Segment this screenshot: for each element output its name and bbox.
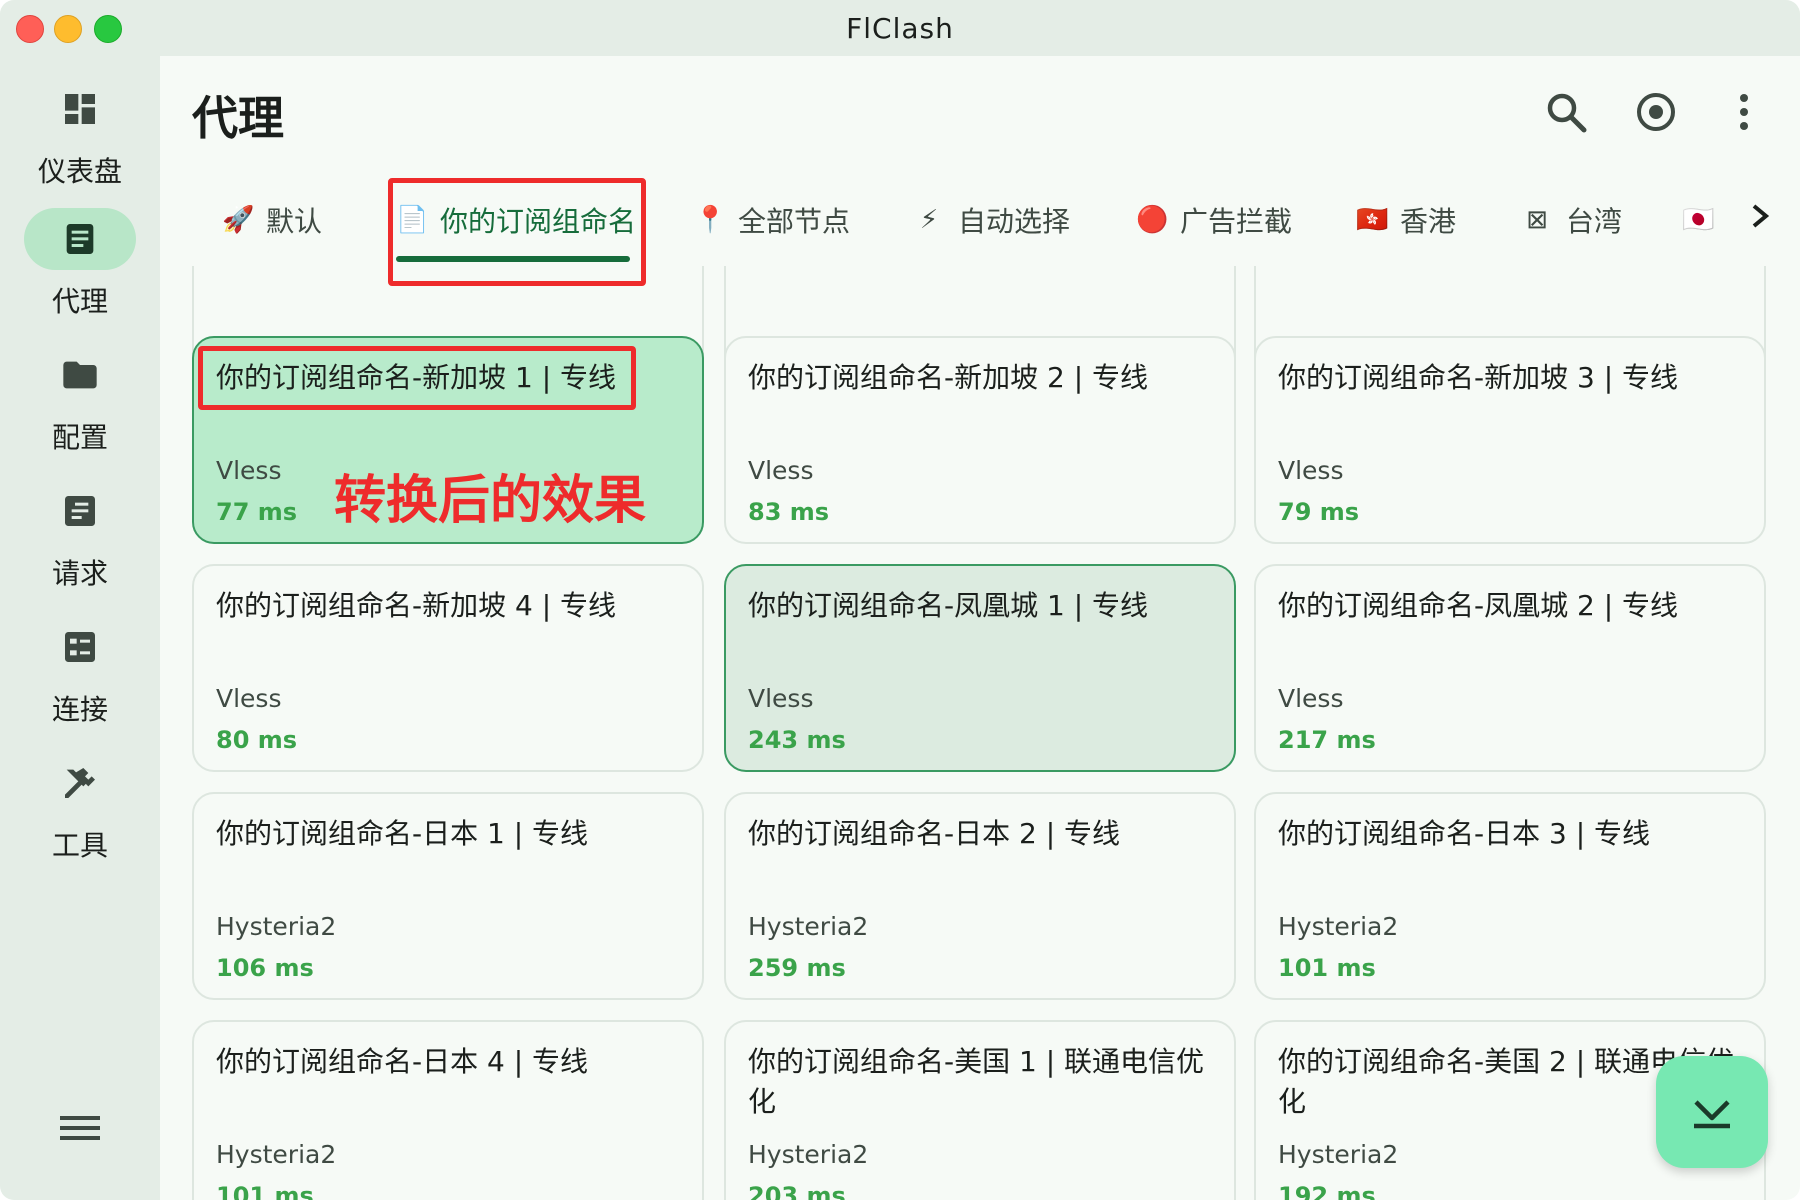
- proxy-node-delay: 259 ms: [748, 954, 846, 982]
- hk-flag-icon: 🇭🇰: [1356, 205, 1389, 235]
- sidebar-item-label: 代理: [51, 285, 108, 318]
- app-window: FlClash 仪表盘 代理 配置 请求 连接 工具 代理 🚀 默认 📄 你的订…: [0, 0, 1800, 1200]
- tab-all-nodes[interactable]: 📍 全部节点: [694, 180, 850, 260]
- sidebar: 仪表盘 代理 配置 请求 连接 工具: [0, 56, 160, 1200]
- proxy-node-name: 你的订阅组命名-新加坡 3 | 专线: [1278, 361, 1679, 394]
- tab-taiwan[interactable]: ⊠ 台湾: [1522, 180, 1622, 260]
- more-vert-icon[interactable]: [1720, 88, 1768, 136]
- proxy-node-name: 你的订阅组命名-凤凰城 1 | 专线: [748, 589, 1149, 622]
- proxy-node-card[interactable]: 你的订阅组命名-凤凰城 2 | 专线 Vless 217 ms: [1254, 564, 1766, 772]
- target-icon[interactable]: [1632, 88, 1680, 136]
- tab-label: 自动选择: [958, 205, 1071, 238]
- proxy-node-card[interactable]: 你的订阅组命名-凤凰城 1 | 专线 Vless 243 ms: [724, 564, 1236, 772]
- proxy-node-name: 你的订阅组命名-日本 2 | 专线: [748, 817, 1121, 850]
- proxy-node-type: Vless: [1278, 684, 1344, 713]
- sidebar-item-label: 请求: [51, 557, 108, 590]
- proxy-node-delay: 80 ms: [216, 726, 298, 754]
- proxy-node-type: Vless: [748, 684, 814, 713]
- annotation-box-node-name: [198, 346, 636, 410]
- proxy-node-card[interactable]: 你的订阅组命名-新加坡 3 | 专线 Vless 79 ms: [1254, 336, 1766, 544]
- tab-label: 默认: [266, 205, 323, 238]
- tab-label: 台湾: [1566, 205, 1623, 238]
- proxy-node-type: Hysteria2: [216, 912, 337, 941]
- tab-hong-kong[interactable]: 🇭🇰 香港: [1356, 180, 1456, 260]
- proxy-node-card[interactable]: 你的订阅组命名-日本 2 | 专线 Hysteria2 259 ms: [724, 792, 1236, 1000]
- sidebar-item-tools[interactable]: 工具: [0, 752, 160, 872]
- folder-icon: [63, 361, 97, 389]
- dashboard-icon: [65, 94, 95, 124]
- window-title: FlClash: [846, 12, 954, 45]
- proxy-node-name: 你的订阅组命名-日本 3 | 专线: [1278, 817, 1651, 850]
- sidebar-item-label: 连接: [51, 693, 108, 726]
- tab-ad-block[interactable]: 🔴 广告拦截: [1136, 180, 1292, 260]
- proxy-node-type: Hysteria2: [216, 1140, 337, 1169]
- proxy-node-type: Vless: [216, 684, 282, 713]
- tab-label: 全部节点: [738, 205, 851, 238]
- tw-flag-icon: ⊠: [1526, 205, 1548, 235]
- proxy-node-delay: 77 ms: [216, 498, 298, 526]
- tab-label: 广告拦截: [1180, 205, 1293, 238]
- proxy-node-card[interactable]: 你的订阅组命名-美国 1 | 联通电信优化 Hysteria2 203 ms: [724, 1020, 1236, 1200]
- title-bar: FlClash: [0, 0, 1800, 56]
- page-title: 代理: [192, 91, 284, 145]
- proxy-node-card[interactable]: 你的订阅组命名-日本 1 | 专线 Hysteria2 106 ms: [192, 792, 704, 1000]
- proxy-node-type: Vless: [748, 456, 814, 485]
- sidebar-item-label: 工具: [51, 829, 108, 862]
- chevron-right-icon[interactable]: [1744, 196, 1776, 236]
- tab-default[interactable]: 🚀 默认: [222, 180, 322, 260]
- proxy-node-delay: 243 ms: [748, 726, 846, 754]
- proxy-node-name: 你的订阅组命名-凤凰城 2 | 专线: [1278, 589, 1679, 622]
- proxy-node-name: 你的订阅组命名-日本 1 | 专线: [216, 817, 589, 850]
- menu-icon[interactable]: [56, 1108, 104, 1148]
- proxy-node-type: Hysteria2: [1278, 912, 1399, 941]
- sidebar-item-label: 仪表盘: [37, 155, 122, 188]
- proxy-node-type: Vless: [1278, 456, 1344, 485]
- proxy-node-delay: 83 ms: [748, 498, 830, 526]
- check-down-icon: [1694, 1100, 1730, 1129]
- stop-icon: 🔴: [1136, 205, 1169, 235]
- tab-label: 香港: [1400, 205, 1457, 238]
- proxy-node-delay: 101 ms: [216, 1182, 314, 1200]
- proxy-node-delay: 79 ms: [1278, 498, 1360, 526]
- test-delay-fab[interactable]: [1656, 1056, 1768, 1168]
- proxy-node-name: 你的订阅组命名-日本 4 | 专线: [216, 1045, 589, 1078]
- proxy-node-delay: 217 ms: [1278, 726, 1376, 754]
- connections-icon: [65, 632, 95, 662]
- proxy-node-name: 你的订阅组命名-新加坡 4 | 专线: [216, 589, 617, 622]
- proxy-node-type: Vless: [216, 456, 282, 485]
- proxy-node-name: 你的订阅组命名-新加坡 2 | 专线: [748, 361, 1149, 394]
- tab-auto-select[interactable]: ⚡ 自动选择: [914, 180, 1070, 260]
- proxy-node-card[interactable]: 你的订阅组命名-日本 3 | 专线 Hysteria2 101 ms: [1254, 792, 1766, 1000]
- sidebar-item-connections[interactable]: 连接: [0, 616, 160, 736]
- proxy-node-delay: 106 ms: [216, 954, 314, 982]
- proxy-node-card[interactable]: 你的订阅组命名-日本 4 | 专线 Hysteria2 101 ms: [192, 1020, 704, 1200]
- annotation-text: 转换后的效果: [334, 471, 647, 531]
- search-icon[interactable]: [1542, 88, 1590, 136]
- proxy-node-type: Hysteria2: [748, 1140, 869, 1169]
- jp-flag-icon: 🇯🇵: [1682, 205, 1715, 235]
- sidebar-item-label: 配置: [51, 421, 108, 454]
- tab-japan[interactable]: 🇯🇵: [1682, 180, 1726, 260]
- proxy-node-delay: 192 ms: [1278, 1182, 1376, 1200]
- proxy-node-card[interactable]: 你的订阅组命名-新加坡 2 | 专线 Vless 83 ms: [724, 336, 1236, 544]
- proxy-node-type: Hysteria2: [748, 912, 869, 941]
- annotation-box-tab: [388, 178, 646, 286]
- proxy-node-card[interactable]: 你的订阅组命名-新加坡 4 | 专线 Vless 80 ms: [192, 564, 704, 772]
- sidebar-item-profiles[interactable]: 配置: [0, 344, 160, 464]
- tools-icon: [65, 768, 95, 798]
- article-icon: [66, 224, 94, 254]
- proxy-node-name: 你的订阅组命名-美国 1 | 联通电信优化: [748, 1045, 1205, 1118]
- lightning-icon: ⚡: [919, 205, 939, 235]
- sidebar-item-requests[interactable]: 请求: [0, 480, 160, 600]
- sidebar-item-proxy[interactable]: 代理: [0, 208, 160, 328]
- sidebar-item-dashboard[interactable]: 仪表盘: [0, 78, 160, 198]
- rocket-icon: 🚀: [222, 205, 255, 235]
- pin-icon: 📍: [694, 205, 727, 235]
- proxy-node-type: Hysteria2: [1278, 1140, 1399, 1169]
- request-icon: [65, 496, 95, 526]
- proxy-node-delay: 203 ms: [748, 1182, 846, 1200]
- proxy-node-delay: 101 ms: [1278, 954, 1376, 982]
